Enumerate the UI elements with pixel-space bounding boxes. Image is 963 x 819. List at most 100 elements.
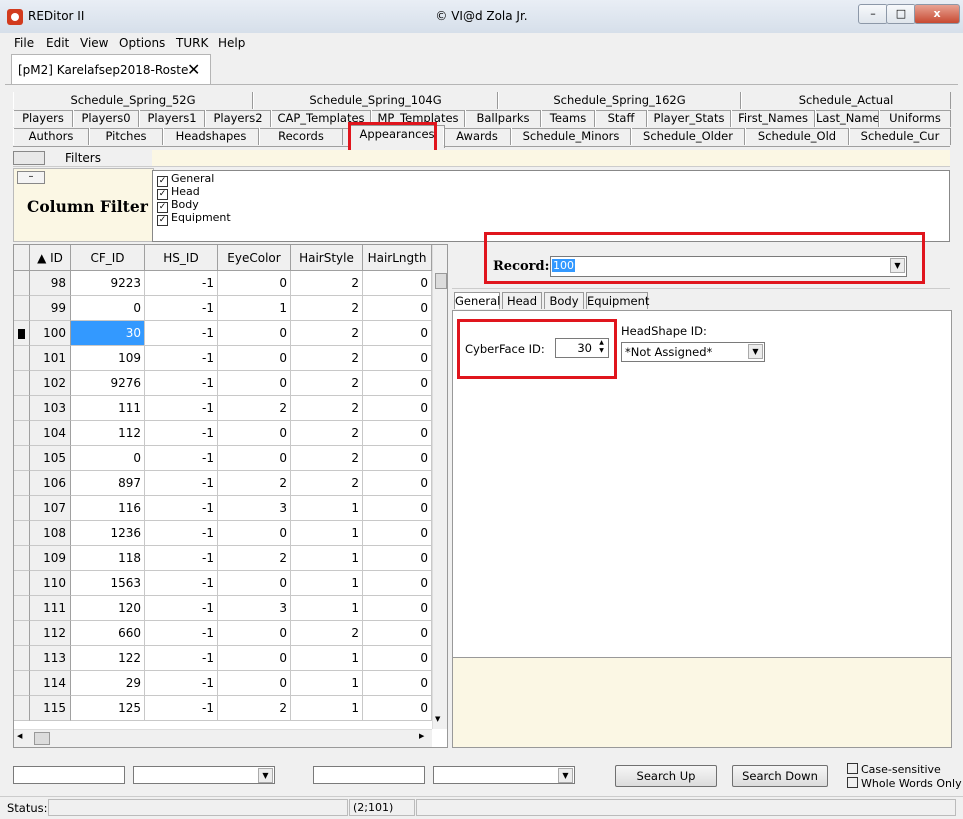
tab-players0[interactable]: Players0 — [73, 110, 139, 127]
eyecolor-cell[interactable]: 0 — [218, 521, 291, 546]
cf-id-cell[interactable]: 112 — [71, 421, 145, 446]
grid-header-cf-id[interactable]: CF_ID — [71, 245, 145, 271]
close-button[interactable]: x — [914, 4, 960, 24]
tab-first-names[interactable]: First_Names — [731, 110, 815, 127]
id-cell[interactable]: 105 — [30, 446, 71, 471]
grid-header-id[interactable]: ▲ ID — [30, 245, 71, 271]
hs-id-cell[interactable]: -1 — [145, 346, 218, 371]
hairstyle-cell[interactable]: 2 — [291, 271, 363, 296]
grid-header-hairstyle[interactable]: HairStyle — [291, 245, 363, 271]
id-cell[interactable]: 107 — [30, 496, 71, 521]
tab-teams[interactable]: Teams — [541, 110, 595, 127]
eyecolor-cell[interactable]: 0 — [218, 671, 291, 696]
tab-schedule-older[interactable]: Schedule_Older — [631, 128, 745, 145]
eyecolor-cell[interactable]: 0 — [218, 571, 291, 596]
hairlngth-cell[interactable]: 0 — [363, 471, 432, 496]
hs-id-cell[interactable]: -1 — [145, 421, 218, 446]
filter-equipment-checkbox[interactable]: ✓ Equipment — [157, 211, 231, 226]
grid-header-hs-id[interactable]: HS_ID — [145, 245, 218, 271]
tab-ballparks[interactable]: Ballparks — [465, 110, 541, 127]
cf-id-cell[interactable]: 29 — [71, 671, 145, 696]
chevron-down-icon[interactable]: ▼ — [258, 768, 273, 783]
grid-header-hairlngth[interactable]: HairLngth — [363, 245, 432, 271]
table-row[interactable]: 107 116 -1 3 1 0 — [14, 496, 432, 521]
hs-id-cell[interactable]: -1 — [145, 321, 218, 346]
cf-id-cell[interactable]: 30 — [71, 321, 145, 346]
hairstyle-cell[interactable]: 2 — [291, 446, 363, 471]
id-cell[interactable]: 102 — [30, 371, 71, 396]
hs-id-cell[interactable]: -1 — [145, 296, 218, 321]
menu-turk[interactable]: TURK — [176, 36, 208, 50]
hairstyle-cell[interactable]: 2 — [291, 396, 363, 421]
cf-id-cell[interactable]: 1563 — [71, 571, 145, 596]
tab-schedule-spring-52g[interactable]: Schedule_Spring_52G — [13, 92, 253, 109]
tab-headshapes[interactable]: Headshapes — [163, 128, 259, 145]
hairlngth-cell[interactable]: 0 — [363, 271, 432, 296]
table-row[interactable]: 105 0 -1 0 2 0 — [14, 446, 432, 471]
hs-id-cell[interactable]: -1 — [145, 596, 218, 621]
hairlngth-cell[interactable]: 0 — [363, 396, 432, 421]
row-indicator[interactable] — [14, 596, 30, 621]
scroll-left-arrow-icon[interactable]: ◀ — [17, 732, 22, 740]
tab-player-stats[interactable]: Player_Stats — [647, 110, 731, 127]
hairstyle-cell[interactable]: 1 — [291, 571, 363, 596]
cf-id-cell[interactable]: 109 — [71, 346, 145, 371]
row-indicator[interactable] — [14, 646, 30, 671]
eyecolor-cell[interactable]: 0 — [218, 646, 291, 671]
hairstyle-cell[interactable]: 1 — [291, 696, 363, 721]
hairstyle-cell[interactable]: 1 — [291, 671, 363, 696]
table-row[interactable]: 115 125 -1 2 1 0 — [14, 696, 432, 721]
id-cell[interactable]: 115 — [30, 696, 71, 721]
eyecolor-cell[interactable]: 0 — [218, 446, 291, 471]
cf-id-cell[interactable]: 111 — [71, 396, 145, 421]
id-cell[interactable]: 106 — [30, 471, 71, 496]
hairlngth-cell[interactable]: 0 — [363, 696, 432, 721]
grid-header-eyecolor[interactable]: EyeColor — [218, 245, 291, 271]
filters-toggle-button[interactable] — [13, 151, 45, 165]
cf-id-cell[interactable]: 660 — [71, 621, 145, 646]
hs-id-cell[interactable]: -1 — [145, 371, 218, 396]
row-indicator[interactable] — [14, 296, 30, 321]
tab-players2[interactable]: Players2 — [205, 110, 271, 127]
hairstyle-cell[interactable]: 2 — [291, 296, 363, 321]
row-indicator[interactable] — [14, 271, 30, 296]
id-cell[interactable]: 104 — [30, 421, 71, 446]
tab-players[interactable]: Players — [13, 110, 73, 127]
id-cell[interactable]: 101 — [30, 346, 71, 371]
hairlngth-cell[interactable]: 0 — [363, 571, 432, 596]
row-indicator[interactable] — [14, 371, 30, 396]
row-indicator[interactable] — [14, 446, 30, 471]
hairlngth-cell[interactable]: 0 — [363, 496, 432, 521]
eyecolor-cell[interactable]: 2 — [218, 396, 291, 421]
table-row[interactable]: 99 0 -1 1 2 0 — [14, 296, 432, 321]
case-sensitive-checkbox[interactable]: Case-sensitive — [847, 763, 941, 776]
eyecolor-cell[interactable]: 0 — [218, 346, 291, 371]
cf-id-cell[interactable]: 897 — [71, 471, 145, 496]
table-row[interactable]: 103 111 -1 2 2 0 — [14, 396, 432, 421]
hairstyle-cell[interactable]: 1 — [291, 646, 363, 671]
search-input-2[interactable] — [313, 766, 425, 784]
scroll-right-arrow-icon[interactable]: ▶ — [419, 732, 424, 740]
hairstyle-cell[interactable]: 1 — [291, 521, 363, 546]
menu-options[interactable]: Options — [119, 36, 165, 50]
id-cell[interactable]: 98 — [30, 271, 71, 296]
row-indicator[interactable] — [14, 521, 30, 546]
cf-id-cell[interactable]: 122 — [71, 646, 145, 671]
scroll-thumb[interactable] — [435, 273, 447, 289]
chevron-down-icon[interactable]: ▼ — [558, 768, 573, 783]
hairstyle-cell[interactable]: 2 — [291, 371, 363, 396]
table-row[interactable]: 104 112 -1 0 2 0 — [14, 421, 432, 446]
row-indicator[interactable] — [14, 346, 30, 371]
row-indicator[interactable] — [14, 621, 30, 646]
id-cell[interactable]: 112 — [30, 621, 71, 646]
search-up-button[interactable]: Search Up — [615, 765, 717, 787]
search-input-1[interactable] — [13, 766, 125, 784]
tab-general[interactable]: General — [454, 292, 500, 309]
id-cell[interactable]: 108 — [30, 521, 71, 546]
table-row[interactable]: 102 9276 -1 0 2 0 — [14, 371, 432, 396]
cf-id-cell[interactable]: 120 — [71, 596, 145, 621]
tab-records[interactable]: Records — [259, 128, 343, 145]
hs-id-cell[interactable]: -1 — [145, 646, 218, 671]
cf-id-cell[interactable]: 118 — [71, 546, 145, 571]
row-indicator[interactable] — [14, 396, 30, 421]
